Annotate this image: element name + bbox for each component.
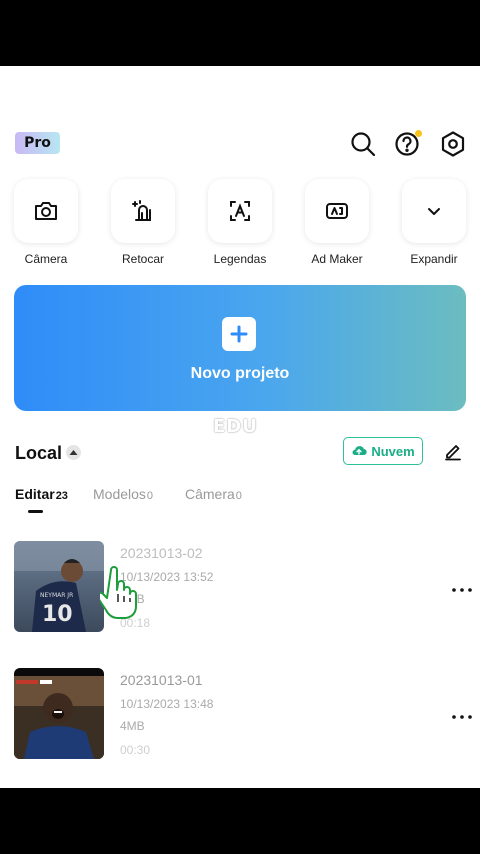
more-options-icon[interactable] — [451, 581, 473, 592]
tab-modelos[interactable]: Modelos0 — [93, 486, 153, 502]
tool-label: Retocar — [121, 252, 165, 266]
top-letterbox — [0, 0, 480, 66]
cloud-upload-icon — [352, 446, 367, 456]
project-thumbnail[interactable] — [14, 668, 104, 759]
project-tabs: Editar23 Modelos0 Câmera0 — [15, 486, 455, 516]
chevron-down-icon — [402, 179, 466, 243]
project-duration: 00:30 — [120, 743, 151, 757]
tab-label: Editar — [15, 486, 55, 502]
tab-camera[interactable]: Câmera0 — [185, 486, 242, 502]
local-section-header: Local Nuvem — [0, 436, 480, 468]
tool-label: Legendas — [213, 252, 267, 266]
project-item[interactable]: 10 NEYMAR JR 20231013-02 10/13/2023 13:5… — [0, 541, 480, 633]
project-date: 10/13/2023 13:48 — [120, 697, 214, 711]
settings-icon[interactable] — [439, 130, 467, 158]
tab-editar[interactable]: Editar23 — [15, 486, 68, 502]
bottom-letterbox — [0, 788, 480, 854]
tab-count: 23 — [55, 490, 68, 502]
tool-label: Expandir — [410, 252, 458, 266]
tool-ad-maker[interactable]: Ad Maker — [305, 179, 369, 266]
hand-cursor-icon — [96, 566, 140, 622]
svg-text:10: 10 — [42, 602, 73, 627]
quick-tools: Câmera Retocar Legendas Ad Maker Expandi… — [0, 179, 480, 271]
local-title: Local — [15, 443, 63, 463]
home-header: Pro — [0, 130, 480, 158]
new-project-label: Novo projeto — [190, 365, 290, 382]
project-thumbnail[interactable]: 10 NEYMAR JR — [14, 541, 104, 632]
tool-expand[interactable]: Expandir — [402, 179, 466, 266]
retouch-icon — [111, 179, 175, 243]
ad-maker-icon — [305, 179, 369, 243]
search-icon[interactable] — [349, 130, 377, 158]
more-options-icon[interactable] — [451, 708, 473, 719]
tool-label: Ad Maker — [311, 252, 363, 266]
project-item[interactable]: 20231013-01 10/13/2023 13:48 4MB 00:30 — [0, 668, 480, 760]
tab-label: Câmera — [185, 486, 235, 502]
cloud-button-label: Nuvem — [371, 443, 415, 459]
tool-captions[interactable]: Legendas — [208, 179, 272, 266]
app-screen: Pro Câmera Retocar Legendas Ad Maker Exp… — [0, 66, 480, 788]
tool-camera[interactable]: Câmera — [14, 179, 78, 266]
cloud-button[interactable]: Nuvem — [343, 437, 423, 465]
pro-badge[interactable]: Pro — [15, 132, 60, 154]
tool-label: Câmera — [24, 252, 68, 266]
notification-dot — [415, 130, 422, 137]
captions-icon — [208, 179, 272, 243]
tab-count: 0 — [146, 490, 154, 502]
caret-up-icon[interactable] — [66, 445, 81, 460]
help-icon[interactable] — [394, 130, 422, 158]
watermark-text: EDU — [213, 416, 258, 437]
tool-retouch[interactable]: Retocar — [111, 179, 175, 266]
active-tab-indicator — [28, 510, 43, 513]
tab-label: Modelos — [93, 486, 146, 502]
tab-count: 0 — [235, 490, 242, 502]
project-name: 20231013-01 — [120, 672, 203, 688]
plus-icon — [222, 317, 256, 351]
camera-icon — [14, 179, 78, 243]
project-size: 4MB — [120, 719, 145, 733]
new-project-button[interactable]: Novo projeto — [14, 285, 466, 411]
edit-icon[interactable] — [443, 441, 463, 461]
project-name: 20231013-02 — [120, 545, 203, 561]
svg-text:NEYMAR JR: NEYMAR JR — [40, 592, 73, 599]
